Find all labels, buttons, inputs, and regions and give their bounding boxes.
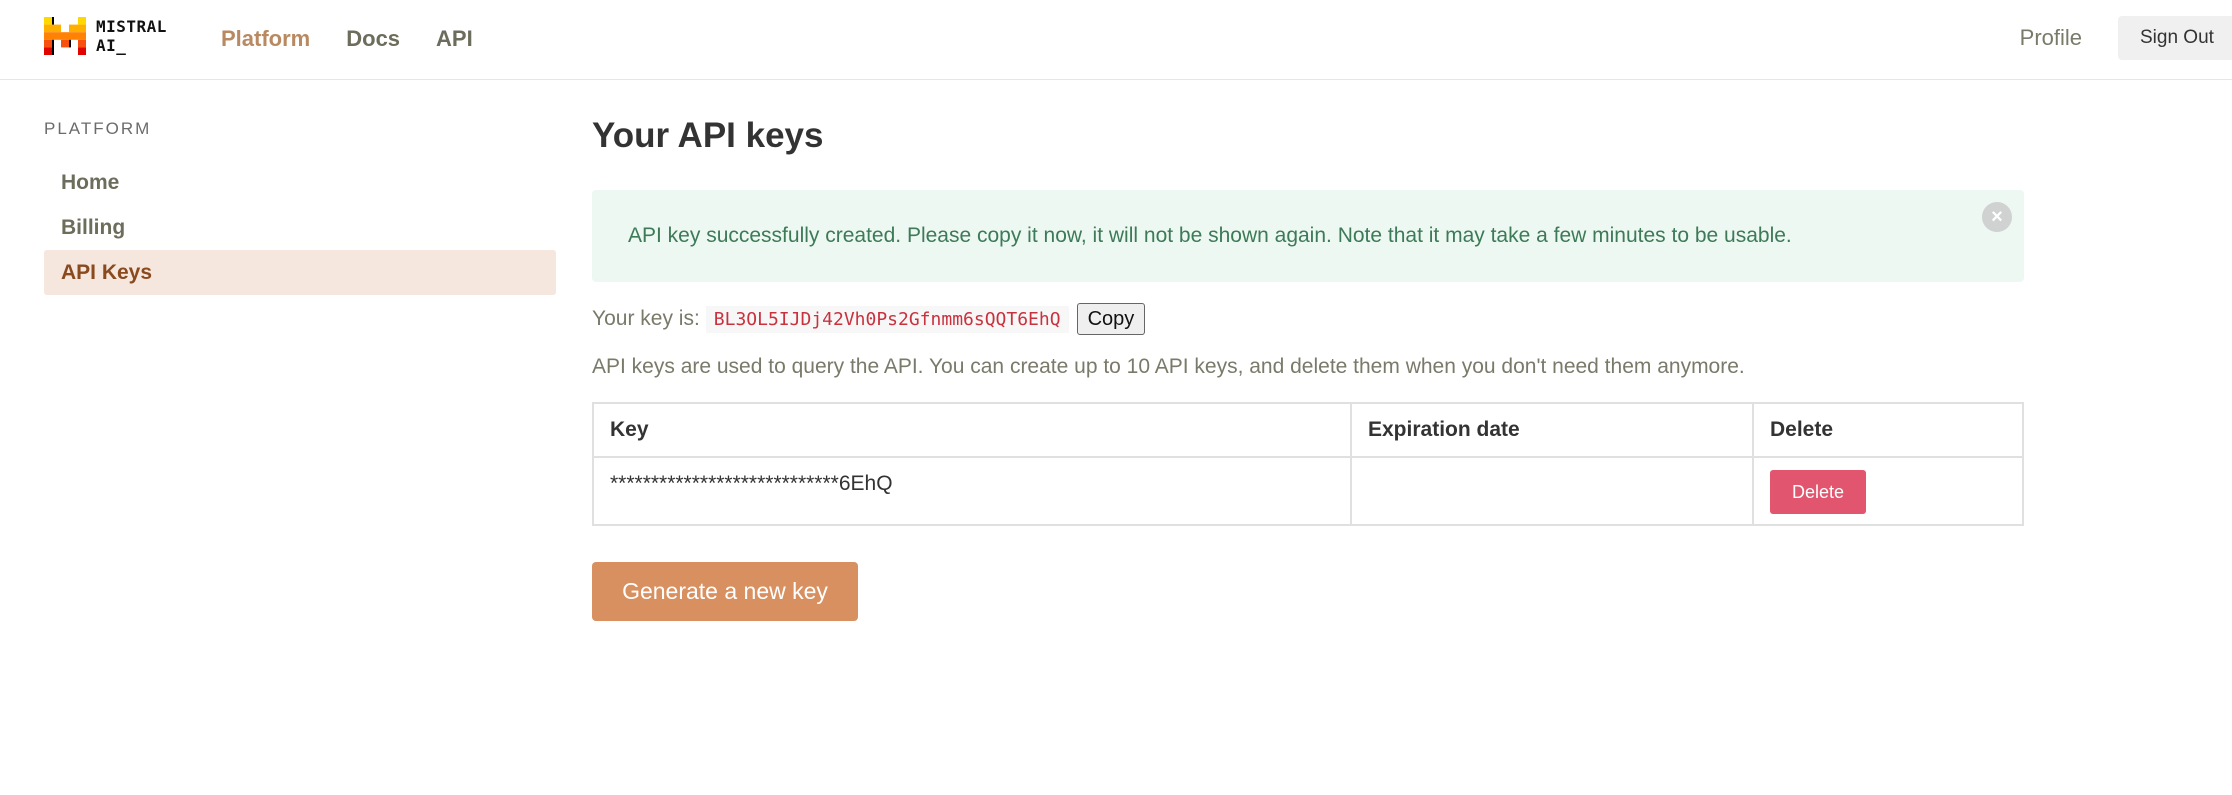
masked-key-cell: ****************************6EhQ xyxy=(592,456,1352,526)
nav-right-group: Profile Sign Out xyxy=(2020,16,2232,60)
expiration-cell xyxy=(1350,456,1754,526)
column-header-expiration: Expiration date xyxy=(1350,402,1754,458)
nav-link-api[interactable]: API xyxy=(436,24,473,54)
delete-cell: Delete xyxy=(1752,456,2024,526)
api-key-value: BL3OL5IJDj42Vh0Ps2Gfnmm6sQQT6EhQ xyxy=(705,305,1069,333)
table-header-row: Key Expiration date Delete xyxy=(592,402,2024,458)
sidebar: PLATFORM Home Billing API Keys xyxy=(44,118,556,295)
sidebar-item-billing[interactable]: Billing xyxy=(44,205,556,250)
sidebar-heading: PLATFORM xyxy=(44,119,152,138)
column-header-delete: Delete xyxy=(1752,402,2024,458)
top-navbar: MISTRAL AI_ Platform Docs API Profile Si… xyxy=(0,0,2232,80)
primary-nav: Platform Docs API xyxy=(221,24,473,54)
page-title: Your API keys xyxy=(592,116,824,155)
key-prefix-label: Your key is: xyxy=(592,307,700,330)
main-content: Your API keys API key successfully creat… xyxy=(592,112,2024,621)
success-alert: API key successfully created. Please cop… xyxy=(592,190,2024,282)
nav-link-docs[interactable]: Docs xyxy=(346,24,400,54)
logo-line-2: AI_ xyxy=(96,36,127,55)
logo-wordmark: MISTRAL AI_ xyxy=(96,17,167,55)
nav-link-platform[interactable]: Platform xyxy=(221,24,310,54)
column-header-key: Key xyxy=(592,402,1352,458)
mistral-logo[interactable]: MISTRAL AI_ xyxy=(44,17,167,55)
sidebar-item-api-keys[interactable]: API Keys xyxy=(44,250,556,295)
table-row: ****************************6EhQ Delete xyxy=(592,456,2024,526)
close-icon[interactable]: × xyxy=(1982,202,2012,232)
profile-link[interactable]: Profile xyxy=(2020,23,2082,53)
generate-key-button[interactable]: Generate a new key xyxy=(592,562,858,621)
alert-message: API key successfully created. Please cop… xyxy=(628,224,1792,247)
delete-key-button[interactable]: Delete xyxy=(1770,470,1866,514)
logo-line-1: MISTRAL xyxy=(96,17,167,36)
new-key-line: Your key is: BL3OL5IJDj42Vh0Ps2Gfnmm6sQQ… xyxy=(592,302,2024,336)
mistral-logo-icon xyxy=(44,17,86,55)
api-keys-table: Key Expiration date Delete *************… xyxy=(592,402,2024,526)
api-keys-description: API keys are used to query the API. You … xyxy=(592,355,1745,378)
sign-out-button[interactable]: Sign Out xyxy=(2118,16,2232,60)
copy-button[interactable]: Copy xyxy=(1076,303,1146,335)
sidebar-item-home[interactable]: Home xyxy=(44,160,556,205)
